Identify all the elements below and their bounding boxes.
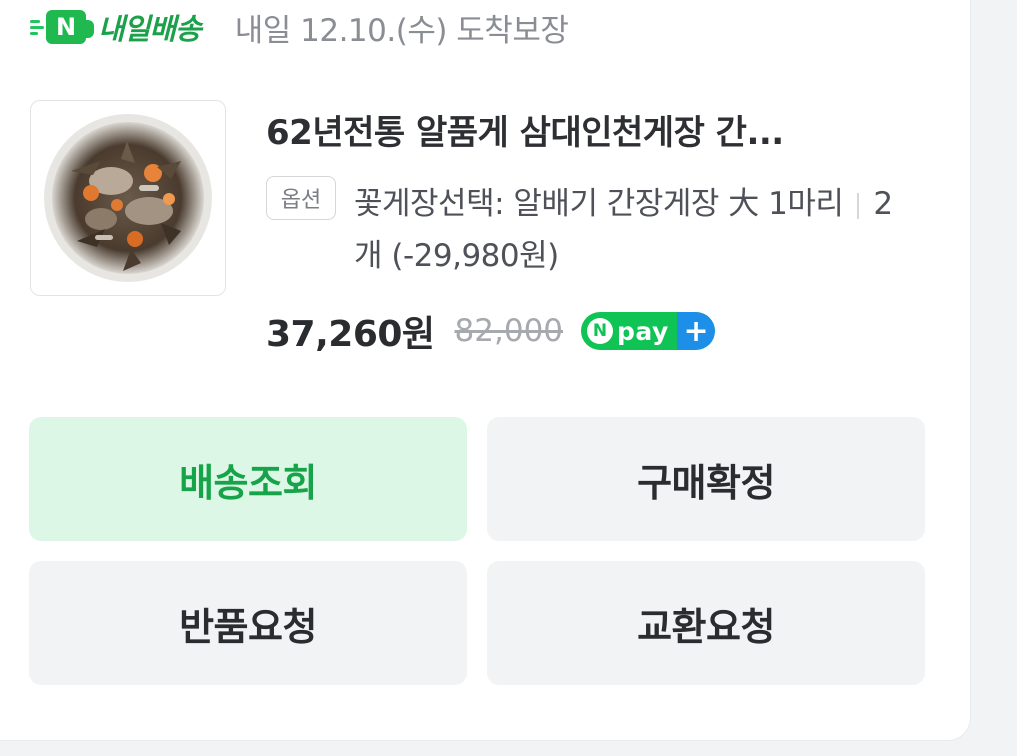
order-item-card: N 내일배송 내일 12.10.(수) 도착보장 62년전통 알품게 삼대인천게… [0, 0, 970, 740]
product-title[interactable]: 62년전통 알품게 삼대인천게장 간... [266, 105, 906, 154]
original-price: 82,000 [454, 313, 564, 349]
option-tag: 옵션 [266, 176, 336, 220]
delivery-badge-label: 내일배송 [98, 12, 202, 46]
speed-lines-icon [30, 16, 44, 38]
tomorrow-delivery-badge: N 내일배송 [30, 6, 202, 48]
marinated-crab-photo [44, 114, 212, 282]
npay-plus-badge: N pay + [581, 312, 716, 350]
exchange-request-button[interactable]: 교환요청 [487, 561, 925, 685]
option-details: 꽃게장선택: 알배기 간장게장 大 1마리 2개 (-29,980원) [354, 178, 914, 282]
delivery-date-text: 내일 12.10.(수) 도착보장 [234, 12, 569, 49]
divider [857, 192, 860, 219]
npay-label: pay [617, 316, 669, 346]
product-thumbnail[interactable] [30, 100, 226, 296]
delivery-truck-icon: N [46, 10, 94, 44]
plus-icon: + [677, 312, 716, 350]
option-selection-text: 꽃게장선택: 알배기 간장게장 大 1마리 [354, 186, 844, 222]
confirm-purchase-button[interactable]: 구매확정 [487, 417, 925, 541]
delivery-info-row: N 내일배송 내일 12.10.(수) 도착보장 [30, 2, 569, 52]
naver-n-icon: N [587, 318, 614, 344]
track-delivery-button[interactable]: 배송조회 [29, 417, 467, 541]
sale-price: 37,260원 [266, 314, 435, 355]
price-row: 37,260원 82,000 N pay + [266, 303, 716, 359]
return-request-button[interactable]: 반품요청 [29, 561, 467, 685]
